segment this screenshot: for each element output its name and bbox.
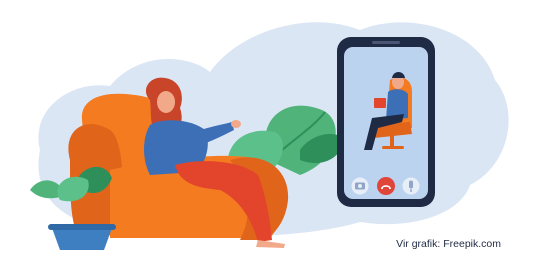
image-credit: Vir grafik: Freepik.com — [396, 238, 501, 250]
microphone-icon — [409, 180, 413, 189]
telehealth-illustration — [30, 22, 509, 250]
phone-controls — [351, 177, 420, 195]
